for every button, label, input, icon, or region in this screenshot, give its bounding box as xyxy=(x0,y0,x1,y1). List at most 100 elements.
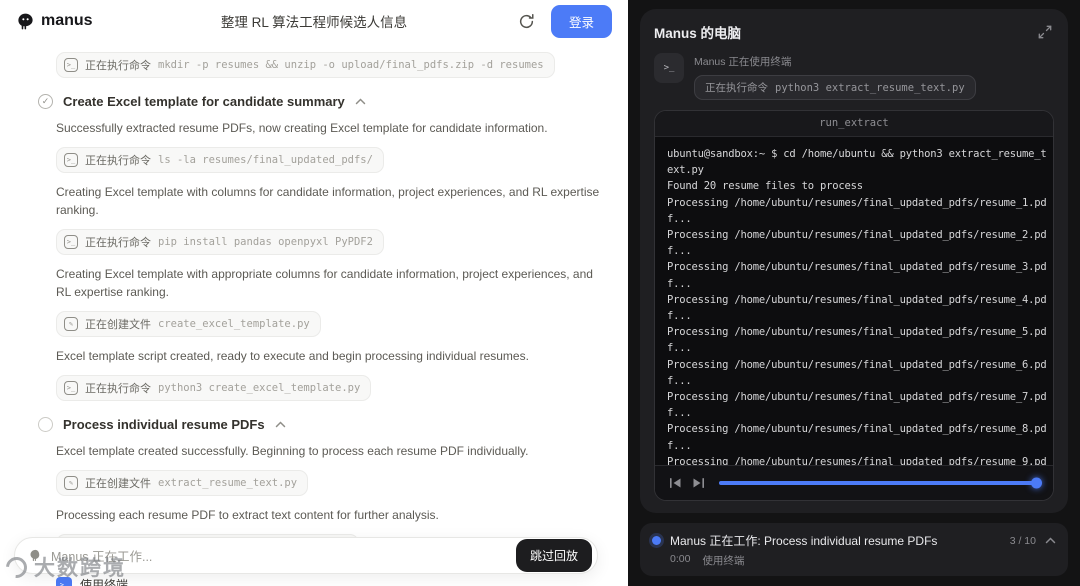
step-description: Processing each resume PDF to extract te… xyxy=(56,506,601,524)
skip-to-start-button[interactable] xyxy=(667,475,684,491)
terminal-line: Processing /home/ubuntu/resumes/final_up… xyxy=(667,357,1045,373)
terminal-line: Processing /home/ubuntu/resumes/final_up… xyxy=(667,454,1045,465)
task-progress: 3 / 10 xyxy=(1010,535,1036,547)
chip-command: mkdir -p resumes && unzip -o upload/fina… xyxy=(158,59,544,71)
command-chip[interactable]: >_ 正在执行命令 mkdir -p resumes && unzip -o u… xyxy=(56,52,555,78)
file-edit-icon: ✎ xyxy=(64,317,78,331)
computer-status-texts: Manus 正在使用终端 正在执行命令 python3 extract_resu… xyxy=(694,53,976,100)
chip-label: 正在执行命令 xyxy=(705,80,768,95)
current-command-chip[interactable]: 正在执行命令 python3 extract_resume_text.py xyxy=(694,75,976,100)
terminal-icon: >_ xyxy=(64,235,78,249)
terminal-output[interactable]: ubuntu@sandbox:~ $ cd /home/ubuntu && py… xyxy=(655,137,1053,465)
manus-logo[interactable]: manus xyxy=(16,12,93,31)
chip-label: 正在创建文件 xyxy=(85,316,151,332)
step-description: Excel template script created, ready to … xyxy=(56,347,601,365)
terminal-line: f... xyxy=(667,276,1045,292)
terminal-line: Found 20 resume files to process xyxy=(667,178,1045,194)
task-status-text: Manus 正在工作: Process individual resume PD… xyxy=(670,532,1001,549)
chat-status-text: Manus 正在工作... xyxy=(51,546,508,565)
terminal-line: ubuntu@sandbox:~ $ cd /home/ubuntu && py… xyxy=(667,146,1045,162)
manus-computer-card: Manus 的电脑 >_ Manus 正在使用终端 正在执行命令 python3… xyxy=(640,9,1068,513)
app-window: manus 整理 RL 算法工程师候选人信息 登录 >_ 正在执行命令 mkdi… xyxy=(0,0,1080,586)
skip-to-end-button[interactable] xyxy=(690,475,707,491)
chevron-up-icon[interactable] xyxy=(1045,537,1056,544)
playback-slider-handle[interactable] xyxy=(1031,478,1042,489)
task-status-card[interactable]: Manus 正在工作: Process individual resume PD… xyxy=(640,523,1068,576)
replay-icon[interactable] xyxy=(516,11,537,32)
chip-label: 正在执行命令 xyxy=(85,380,151,396)
task-tool-label: 使用终端 xyxy=(702,553,744,568)
task-steps: >_ 正在执行命令 mkdir -p resumes && unzip -o u… xyxy=(0,42,628,586)
computer-status-text: Manus 正在使用终端 xyxy=(694,54,976,69)
chat-input-bar[interactable]: Manus 正在工作... 跳过回放 xyxy=(14,537,598,574)
chip-command: python3 create_excel_template.py xyxy=(158,382,360,394)
chip-command: pip install pandas openpyxl PyPDF2 xyxy=(158,236,373,248)
conversation-panel: manus 整理 RL 算法工程师候选人信息 登录 >_ 正在执行命令 mkdi… xyxy=(0,0,628,586)
terminal-line: f... xyxy=(667,405,1045,421)
terminal-line: Processing /home/ubuntu/resumes/final_up… xyxy=(667,259,1045,275)
working-status-dot xyxy=(652,536,661,545)
manus-logo-text: manus xyxy=(41,12,93,30)
command-chip[interactable]: >_ 正在执行命令 ls -la resumes/final_updated_p… xyxy=(56,147,384,173)
task-substatus-row: 0:00 使用终端 xyxy=(670,553,1056,568)
computer-view-panel: Manus 的电脑 >_ Manus 正在使用终端 正在执行命令 python3… xyxy=(628,0,1080,586)
chevron-up-icon xyxy=(275,421,286,428)
step-header-process-pdfs[interactable]: Process individual resume PDFs xyxy=(38,417,604,432)
step-pending-icon xyxy=(38,417,53,432)
terminal-line: f... xyxy=(667,340,1045,356)
task-status-row: Manus 正在工作: Process individual resume PD… xyxy=(652,532,1056,549)
file-edit-icon: ✎ xyxy=(64,476,78,490)
terminal-use-row[interactable]: >_ 使用终端 xyxy=(56,576,604,586)
computer-card-header: Manus 的电脑 xyxy=(654,22,1054,42)
playback-slider[interactable] xyxy=(719,481,1041,485)
terminal-icon: >_ xyxy=(64,58,78,72)
chip-command: python3 extract_resume_text.py xyxy=(775,82,965,94)
terminal-line: Processing /home/ubuntu/resumes/final_up… xyxy=(667,324,1045,340)
command-chip[interactable]: >_ 正在执行命令 pip install pandas openpyxl Py… xyxy=(56,229,384,255)
command-chip[interactable]: >_ 正在执行命令 python3 create_excel_template.… xyxy=(56,375,371,401)
chip-label: 正在执行命令 xyxy=(85,57,151,73)
skip-replay-button[interactable]: 跳过回放 xyxy=(516,539,592,572)
header-actions: 登录 xyxy=(516,5,612,38)
file-chip[interactable]: ✎ 正在创建文件 create_excel_template.py xyxy=(56,311,321,337)
chip-label: 正在执行命令 xyxy=(85,152,151,168)
step-done-icon: ✓ xyxy=(38,94,53,109)
step-title: Process individual resume PDFs xyxy=(63,417,265,432)
chip-command: ls -la resumes/final_updated_pdfs/ xyxy=(158,154,373,166)
terminal-line: f... xyxy=(667,438,1045,454)
file-chip[interactable]: ✎ 正在创建文件 extract_resume_text.py xyxy=(56,470,308,496)
terminal-icon: >_ xyxy=(64,153,78,167)
terminal-line: Processing /home/ubuntu/resumes/final_up… xyxy=(667,195,1045,211)
terminal-line: Processing /home/ubuntu/resumes/final_up… xyxy=(667,389,1045,405)
terminal-window: run_extract ubuntu@sandbox:~ $ cd /home/… xyxy=(654,110,1054,501)
terminal-line: ext.py xyxy=(667,162,1045,178)
manus-logo-icon xyxy=(16,12,35,31)
step-description: Successfully extracted resume PDFs, now … xyxy=(56,119,601,137)
terminal-line: Processing /home/ubuntu/resumes/final_up… xyxy=(667,227,1045,243)
chip-label: 正在执行命令 xyxy=(85,234,151,250)
collapse-panel-icon[interactable] xyxy=(1036,23,1054,41)
terminal-icon: >_ xyxy=(654,53,684,83)
playback-controls xyxy=(655,465,1053,500)
task-elapsed-time: 0:00 xyxy=(670,553,690,568)
terminal-use-label: 使用终端 xyxy=(80,576,128,586)
step-description: Creating Excel template with appropriate… xyxy=(56,265,601,301)
terminal-icon: >_ xyxy=(64,381,78,395)
step-description: Creating Excel template with columns for… xyxy=(56,183,601,219)
terminal-line: Processing /home/ubuntu/resumes/final_up… xyxy=(667,292,1045,308)
step-header-create-excel[interactable]: ✓ Create Excel template for candidate su… xyxy=(38,94,604,109)
chevron-up-icon xyxy=(355,98,366,105)
terminal-line: f... xyxy=(667,211,1045,227)
app-header: manus 整理 RL 算法工程师候选人信息 登录 xyxy=(0,0,628,42)
step-description: Excel template created successfully. Beg… xyxy=(56,442,601,460)
terminal-line: Processing /home/ubuntu/resumes/final_up… xyxy=(667,421,1045,437)
chip-filename: extract_resume_text.py xyxy=(158,477,297,489)
terminal-title: run_extract xyxy=(655,111,1053,137)
manus-icon xyxy=(28,548,43,563)
computer-title: Manus 的电脑 xyxy=(654,22,741,42)
chip-label: 正在创建文件 xyxy=(85,475,151,491)
terminal-line: f... xyxy=(667,373,1045,389)
step-title: Create Excel template for candidate summ… xyxy=(63,94,345,109)
computer-status-row: >_ Manus 正在使用终端 正在执行命令 python3 extract_r… xyxy=(654,53,1054,100)
login-button[interactable]: 登录 xyxy=(551,5,612,38)
